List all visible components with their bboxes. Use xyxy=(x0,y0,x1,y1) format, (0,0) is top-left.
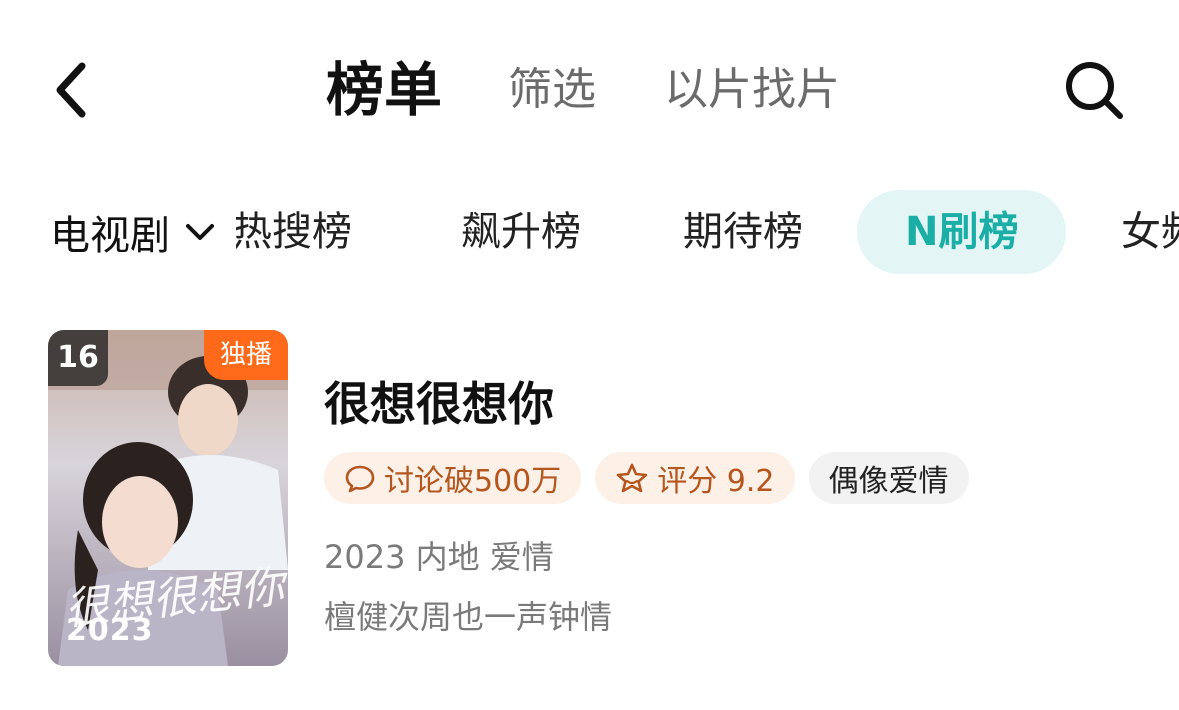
search-icon xyxy=(1066,62,1123,119)
rank-tab-rewatch[interactable]: N刷榜 xyxy=(857,190,1067,274)
discussion-tag[interactable]: 讨论破500万 xyxy=(324,452,582,504)
tab-filter[interactable]: 筛选 xyxy=(508,52,596,128)
search-button[interactable] xyxy=(1060,56,1130,126)
chevron-down-icon xyxy=(186,224,214,240)
tag-row: 讨论破500万 评分 9.2 偶像爱情 xyxy=(324,452,969,504)
item-meta: 2023 内地 爱情 xyxy=(324,538,554,576)
rank-tabs: 热搜榜 飙升榜 期待榜 N刷榜 女频 xyxy=(236,190,1179,274)
poster-year: 2023 xyxy=(66,613,154,648)
tab-find-by-clip[interactable]: 以片找片 xyxy=(664,52,840,128)
poster-image[interactable]: 很想很想你 2023 16 独播 xyxy=(48,330,288,666)
rank-tab-rising[interactable]: 飙升榜 xyxy=(461,190,581,274)
filter-row: 电视剧 热搜榜 飙升榜 期待榜 N刷榜 女频 xyxy=(0,190,1179,274)
rating-tag[interactable]: 评分 9.2 xyxy=(595,452,795,504)
tab-ranking[interactable]: 榜单 xyxy=(326,52,442,128)
item-title: 很想很想你 xyxy=(324,377,554,431)
rank-tab-anticipated[interactable]: 期待榜 xyxy=(683,190,803,274)
item-description: 檀健次周也一声钟情 xyxy=(324,598,613,636)
exclusive-badge: 独播 xyxy=(203,330,288,380)
list-item[interactable]: 很想很想你 2023 16 独播 很想很想你 讨论破500万 评分 9.2 偶像… xyxy=(48,330,1148,668)
rank-tab-female[interactable]: 女频 xyxy=(1121,190,1179,274)
rank-tab-hot-search[interactable]: 热搜榜 xyxy=(236,190,352,274)
rank-badge: 16 xyxy=(48,330,108,386)
star-icon xyxy=(616,463,648,493)
top-nav: 榜单 筛选 以片找片 xyxy=(0,0,1179,180)
genre-tag[interactable]: 偶像爱情 xyxy=(808,452,969,504)
category-dropdown[interactable]: 电视剧 xyxy=(50,190,216,274)
back-button[interactable] xyxy=(40,50,110,130)
chevron-left-icon xyxy=(56,62,86,118)
category-label: 电视剧 xyxy=(50,213,170,259)
rating-tag-label: 评分 9.2 xyxy=(657,464,775,499)
chat-bubble-icon xyxy=(345,465,375,493)
discussion-tag-label: 讨论破500万 xyxy=(384,464,562,499)
